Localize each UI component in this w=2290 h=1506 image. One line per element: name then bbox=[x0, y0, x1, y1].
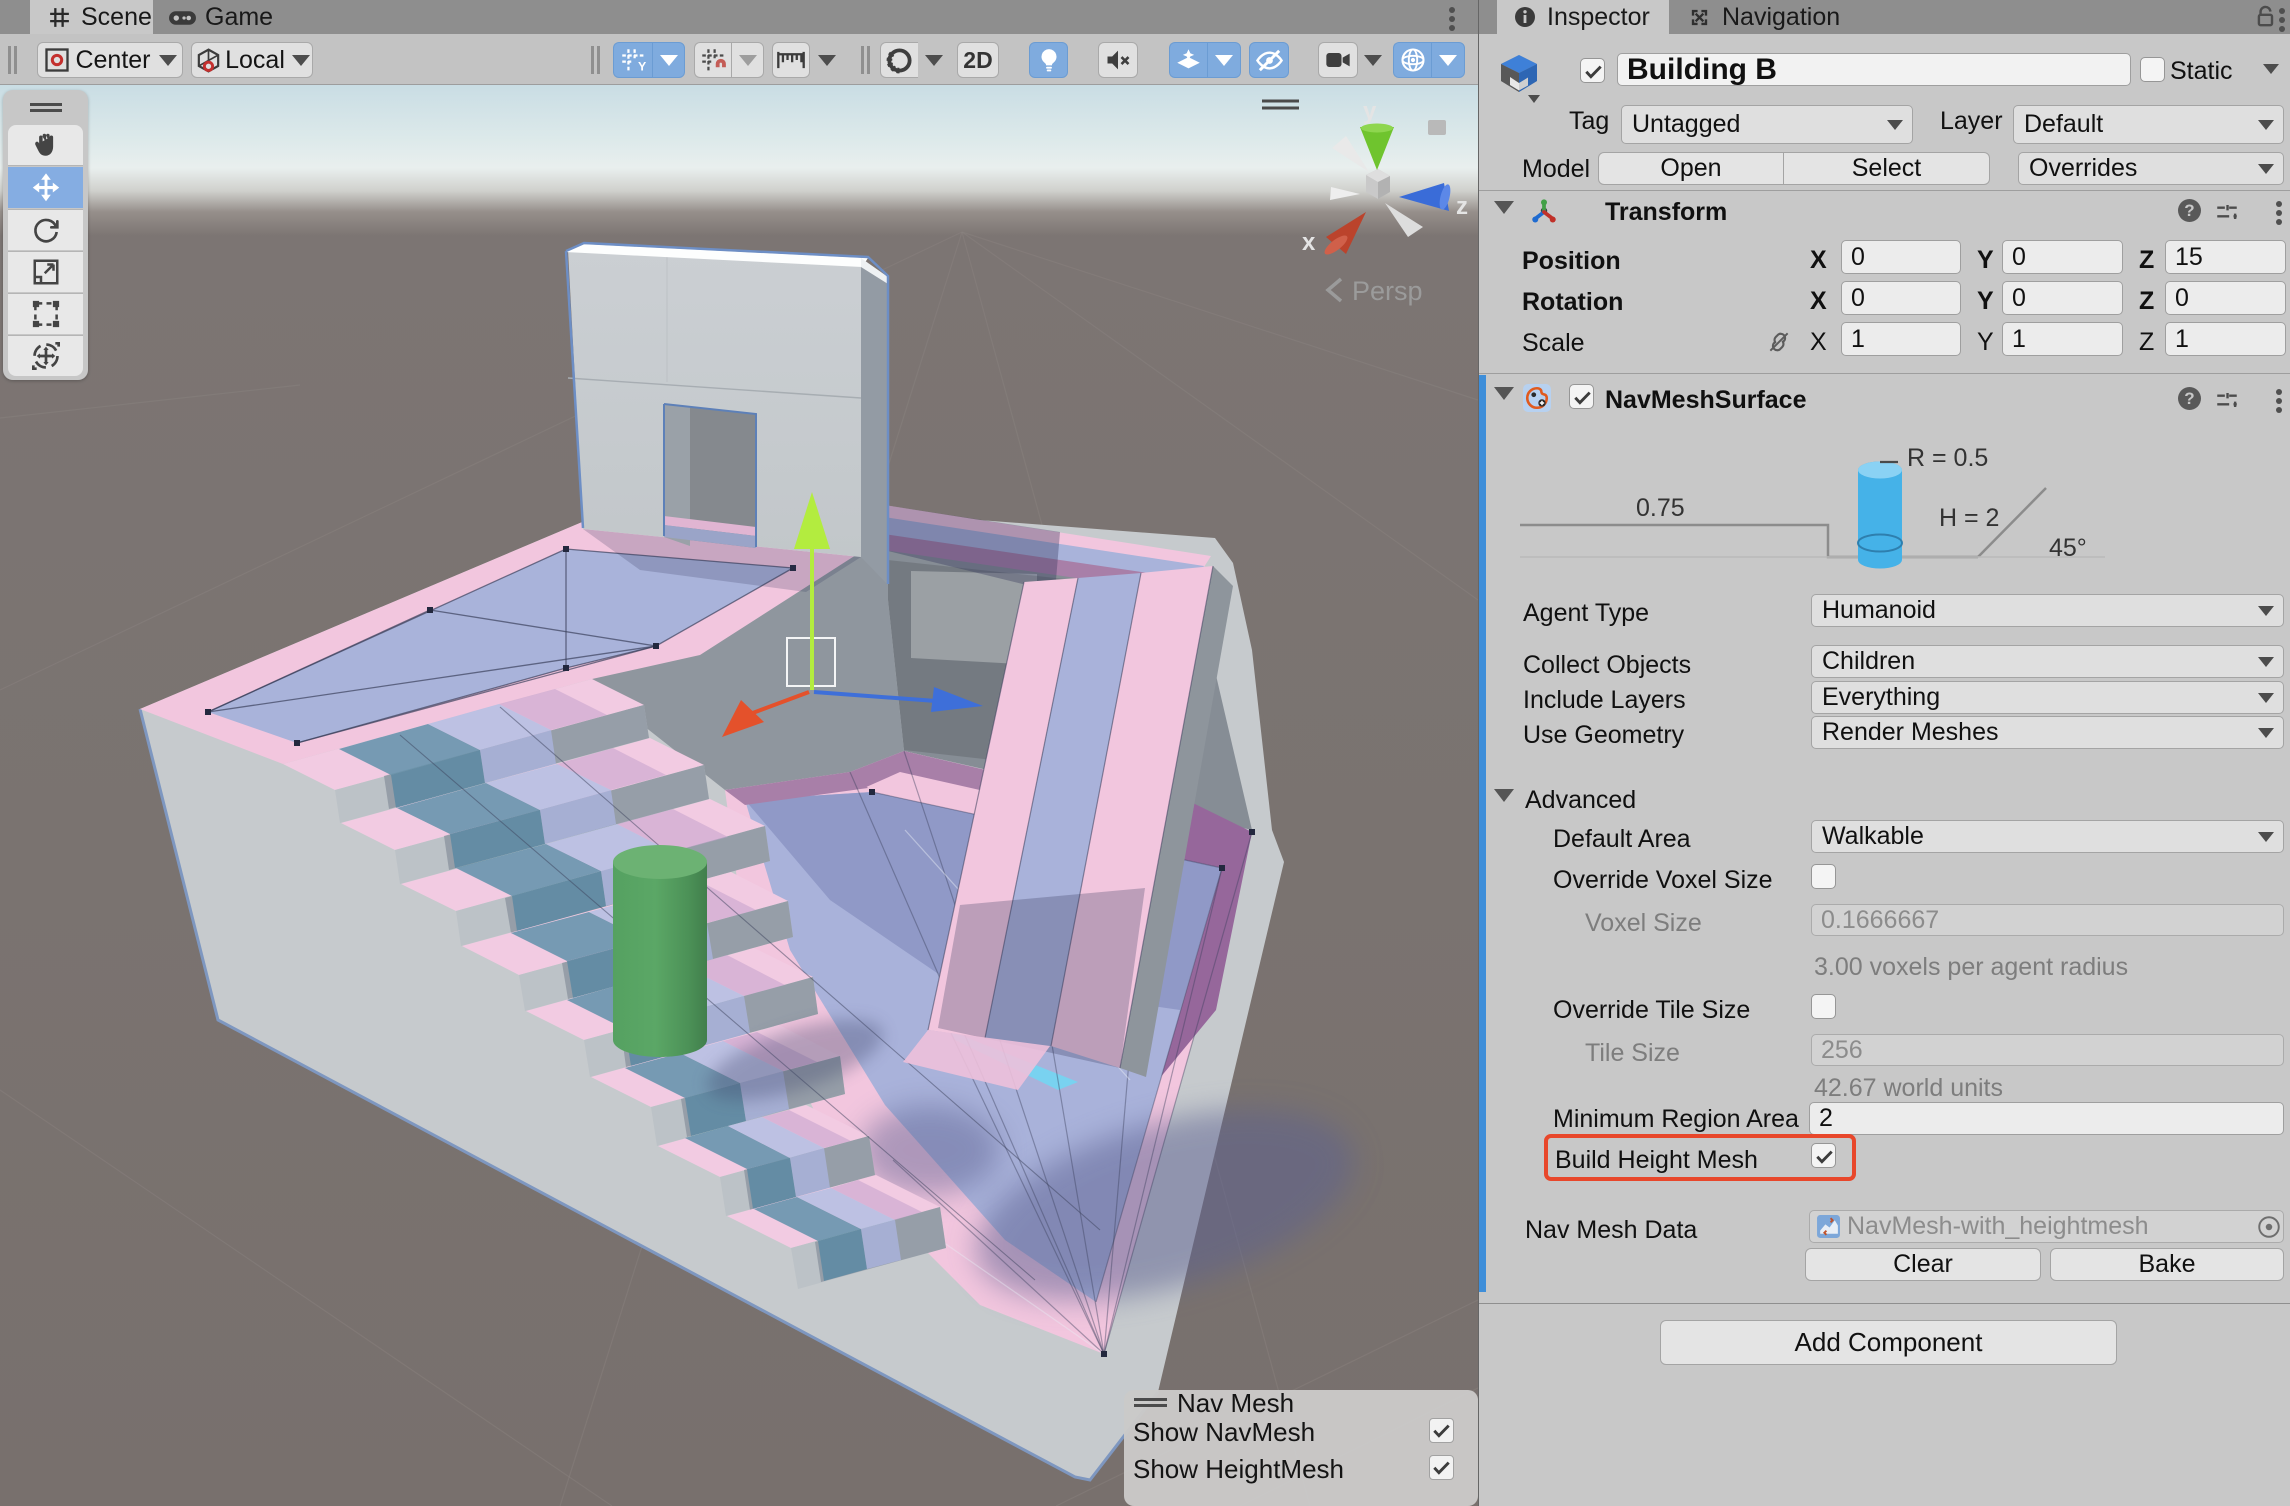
svg-text:y: y bbox=[1363, 98, 1377, 125]
svg-text:z: z bbox=[1456, 193, 1468, 220]
svg-text:0.75: 0.75 bbox=[1636, 494, 1685, 522]
svg-text:Y: Y bbox=[638, 59, 647, 73]
svg-text:R = 0.5: R = 0.5 bbox=[1907, 444, 1988, 472]
svg-text:Persp: Persp bbox=[1352, 276, 1423, 306]
svg-text:H = 2: H = 2 bbox=[1939, 504, 1999, 532]
svg-text:45°: 45° bbox=[2049, 534, 2087, 562]
svg-text:x: x bbox=[1302, 229, 1316, 256]
